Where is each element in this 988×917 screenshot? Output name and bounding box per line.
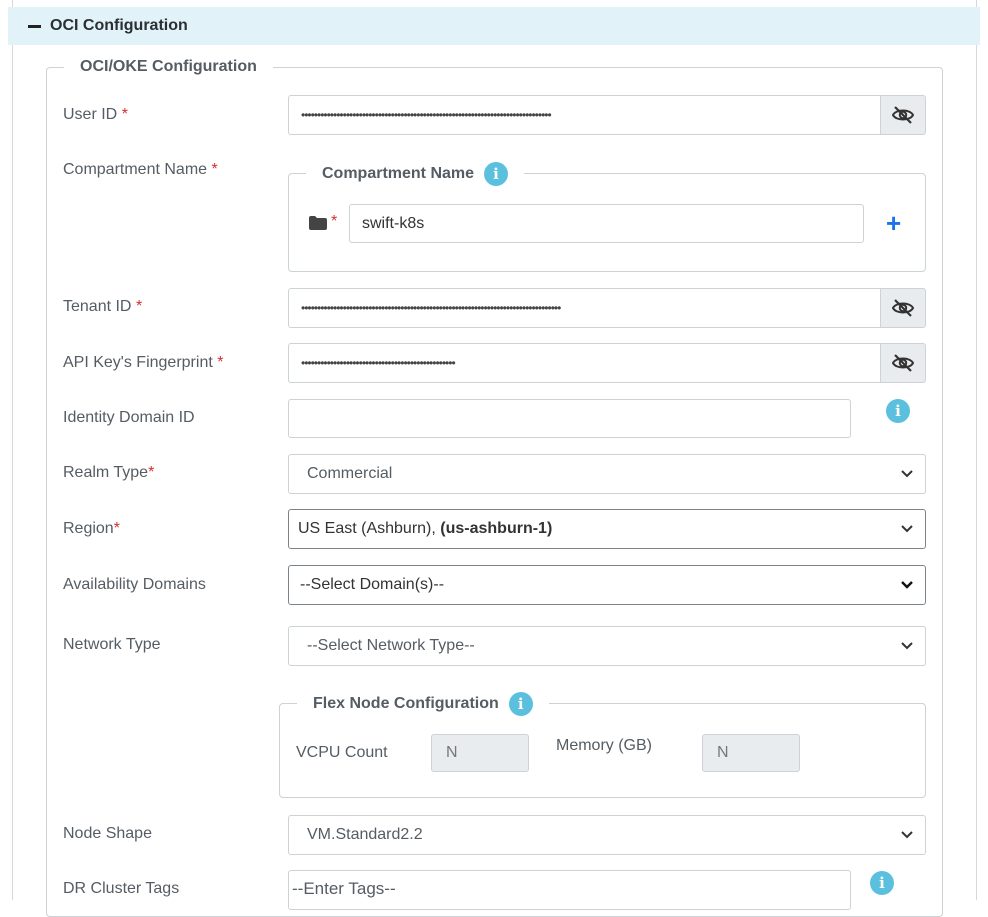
tenant-id-label: Tenant ID * <box>63 297 142 317</box>
section-header[interactable]: OCI Configuration <box>8 7 980 45</box>
section-title: OCI Configuration <box>50 17 188 34</box>
compartment-name-label-text: Compartment Name <box>63 161 208 178</box>
required-marker: * <box>217 354 224 371</box>
chevron-down-icon <box>901 470 913 478</box>
eye-slash-icon[interactable] <box>880 288 926 328</box>
flex-node-legend-text: Flex Node Configuration <box>313 695 499 712</box>
api-fingerprint-input[interactable]: ••••••••••••••••••••••••••••••••••••••••… <box>288 343 880 383</box>
region-value-code: (us-ashburn-1) <box>440 520 553 537</box>
node-shape-select[interactable]: VM.Standard2.2 <box>288 815 926 855</box>
realm-type-select[interactable]: Commercial <box>288 454 926 494</box>
user-id-input[interactable]: ••••••••••••••••••••••••••••••••••••••••… <box>288 95 880 135</box>
availability-domains-label: Availability Domains <box>63 576 206 593</box>
eye-slash-icon[interactable] <box>880 95 926 135</box>
required-marker: * <box>211 161 218 178</box>
node-shape-label: Node Shape <box>63 825 152 842</box>
dr-cluster-tags-input[interactable]: --Enter Tags-- <box>288 870 851 910</box>
plus-icon[interactable]: + <box>886 210 901 236</box>
tenant-id-group: ••••••••••••••••••••••••••••••••••••••••… <box>288 288 926 328</box>
compartment-legend-text: Compartment Name <box>322 165 475 182</box>
user-id-label-text: User ID <box>63 106 118 123</box>
info-icon[interactable]: i <box>870 871 894 895</box>
identity-domain-input[interactable] <box>288 399 851 438</box>
chevron-down-icon <box>901 581 913 589</box>
api-fingerprint-group: ••••••••••••••••••••••••••••••••••••••••… <box>288 343 926 383</box>
dr-cluster-tags-label: DR Cluster Tags <box>63 880 180 897</box>
availability-domains-select[interactable]: --Select Domain(s)-- <box>288 565 926 605</box>
region-select[interactable]: US East (Ashburn), (us-ashburn-1) <box>288 509 926 549</box>
network-type-select[interactable]: --Select Network Type-- <box>288 626 926 666</box>
user-id-group: ••••••••••••••••••••••••••••••••••••••••… <box>288 95 926 135</box>
region-value: US East (Ashburn), (us-ashburn-1) <box>298 520 552 538</box>
eye-slash-icon[interactable] <box>880 343 926 383</box>
minus-icon <box>28 24 41 28</box>
memory-input: N <box>702 734 800 772</box>
required-marker: * <box>135 298 143 315</box>
realm-type-label-text: Realm Type <box>63 464 149 481</box>
info-icon[interactable]: i <box>508 692 533 716</box>
network-type-value: --Select Network Type-- <box>307 637 475 654</box>
region-value-name: US East (Ashburn), <box>298 520 441 537</box>
api-fingerprint-label: API Key's Fingerprint * <box>63 353 223 373</box>
region-label: Region* <box>63 519 120 539</box>
info-icon[interactable]: i <box>484 162 509 186</box>
node-shape-value: VM.Standard2.2 <box>307 826 423 843</box>
required-marker: * <box>121 106 128 123</box>
oke-config-legend-text: OCI/OKE Configuration <box>80 58 257 75</box>
tenant-id-label-text: Tenant ID <box>63 298 132 315</box>
region-label-text: Region <box>63 520 114 537</box>
tenant-id-input[interactable]: ••••••••••••••••••••••••••••••••••••••••… <box>288 288 880 328</box>
compartment-name-label: Compartment Name * <box>63 160 218 180</box>
required-marker: * <box>148 464 155 481</box>
flex-node-legend: Flex Node Configuration i <box>297 692 549 716</box>
vcpu-count-input: N <box>431 734 529 772</box>
identity-domain-label: Identity Domain ID <box>63 409 195 426</box>
chevron-down-icon <box>901 525 913 533</box>
vcpu-count-label: VCPU Count <box>296 744 388 761</box>
user-id-label: User ID * <box>63 105 128 125</box>
compartment-input[interactable]: swift-k8s <box>349 204 864 243</box>
availability-domains-value: --Select Domain(s)-- <box>300 576 445 593</box>
chevron-down-icon <box>901 831 913 839</box>
realm-type-label: Realm Type* <box>63 463 154 483</box>
folder-icon <box>309 216 327 230</box>
realm-type-value: Commercial <box>307 465 393 482</box>
memory-label: Memory (GB) <box>556 737 652 754</box>
info-icon[interactable]: i <box>886 399 910 423</box>
required-marker: * <box>113 520 120 537</box>
chevron-down-icon <box>901 642 913 650</box>
compartment-required-marker: * <box>331 213 338 230</box>
api-fingerprint-label-text: API Key's Fingerprint <box>63 354 213 371</box>
oke-config-legend: OCI/OKE Configuration <box>64 57 273 77</box>
network-type-label: Network Type <box>63 636 161 653</box>
compartment-legend: Compartment Name i <box>306 162 525 186</box>
